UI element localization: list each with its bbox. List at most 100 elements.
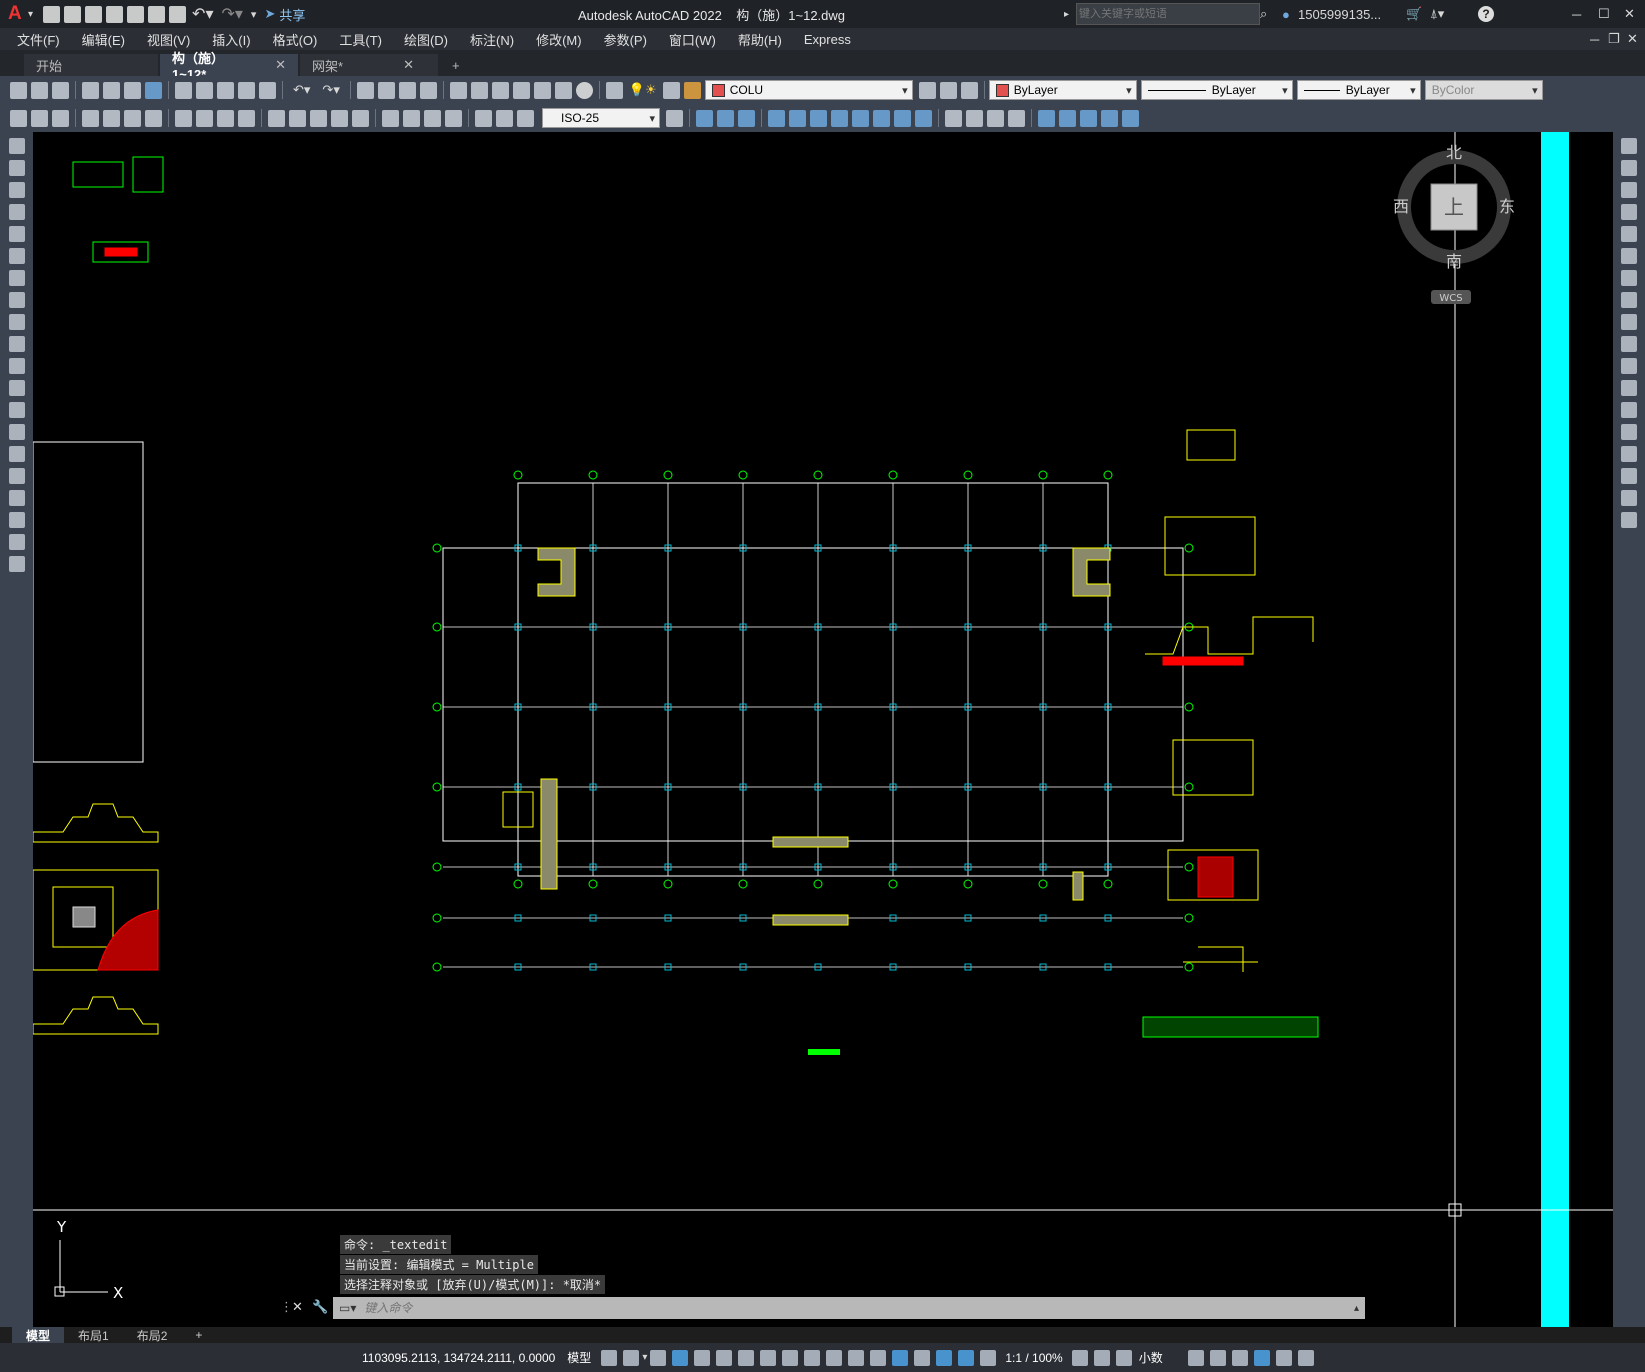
arc-icon[interactable] bbox=[8, 248, 25, 264]
quick-dim-icon[interactable] bbox=[268, 109, 285, 127]
ordinate-dim-icon[interactable] bbox=[145, 109, 162, 127]
command-input[interactable] bbox=[362, 1300, 1354, 1316]
ellipse-icon[interactable] bbox=[8, 336, 25, 352]
viewcube[interactable]: 上 北 南 东 西 WCS bbox=[1393, 143, 1515, 304]
layer-state-icons[interactable]: 💡☀ bbox=[629, 82, 657, 98]
layer-lock-icon[interactable] bbox=[683, 81, 701, 99]
menu-format[interactable]: 格式(O) bbox=[262, 30, 329, 49]
customization-icon[interactable] bbox=[1297, 1349, 1314, 1366]
linetype-dropdown[interactable]: ByLayer bbox=[1140, 80, 1293, 100]
layer-previous-icon[interactable] bbox=[939, 81, 957, 99]
intersect-icon[interactable] bbox=[738, 109, 755, 127]
clean-screen-icon[interactable] bbox=[1275, 1349, 1292, 1366]
menu-draw[interactable]: 绘图(D) bbox=[393, 30, 459, 49]
drawing-svg[interactable]: 上 北 南 东 西 WCS Y X bbox=[33, 132, 1613, 1327]
search-input[interactable] bbox=[1076, 3, 1260, 25]
annotation-scale[interactable]: 1:1 / 100% bbox=[1005, 1351, 1062, 1365]
command-close-icon[interactable]: ✕ bbox=[292, 1299, 303, 1315]
scale-icon[interactable] bbox=[1621, 292, 1637, 308]
menu-tools[interactable]: 工具(T) bbox=[328, 30, 393, 49]
polar-tracking-icon[interactable] bbox=[716, 1349, 733, 1366]
color-edges-icon[interactable] bbox=[1059, 109, 1076, 127]
tolerance-icon[interactable] bbox=[382, 109, 399, 127]
selection-filter-icon[interactable] bbox=[914, 1349, 931, 1366]
help-icon[interactable] bbox=[575, 81, 593, 99]
workspace-gear-icon[interactable] bbox=[1071, 1349, 1088, 1366]
coordinates-readout[interactable]: 1103095.2113, 134724.2111, 0.0000 bbox=[362, 1351, 555, 1365]
clean-icon[interactable] bbox=[966, 109, 983, 127]
zoom-previous-icon[interactable] bbox=[419, 81, 437, 99]
explode-icon[interactable] bbox=[1621, 512, 1637, 528]
solid-edit-icon[interactable] bbox=[1101, 109, 1118, 127]
arc-length-icon[interactable] bbox=[124, 109, 141, 127]
break-icon[interactable] bbox=[1621, 402, 1637, 418]
rotate-faces-icon[interactable] bbox=[852, 109, 869, 127]
isodraft-icon[interactable] bbox=[738, 1349, 755, 1366]
hatch-icon[interactable] bbox=[8, 446, 25, 462]
dynamic-input-icon[interactable] bbox=[672, 1349, 689, 1366]
close-tab-icon[interactable]: ✕ bbox=[275, 57, 286, 73]
modify-icon[interactable] bbox=[10, 109, 27, 127]
save-icon[interactable] bbox=[85, 5, 103, 23]
snap-menu-chevron-icon[interactable]: ▾ bbox=[642, 1352, 647, 1363]
zoom-realtime-icon[interactable] bbox=[377, 81, 395, 99]
purge-icon[interactable] bbox=[52, 109, 69, 127]
redo-icon[interactable]: ↷▾ bbox=[221, 4, 242, 24]
customize-icon[interactable]: ▾ bbox=[251, 8, 257, 21]
inspection-icon[interactable] bbox=[424, 109, 441, 127]
make-current-icon[interactable] bbox=[918, 81, 936, 99]
circle-icon[interactable] bbox=[8, 270, 25, 286]
menu-view[interactable]: 视图(V) bbox=[136, 30, 201, 49]
point-icon[interactable] bbox=[8, 424, 25, 440]
taper-faces-icon[interactable] bbox=[873, 109, 890, 127]
search-chevron-icon[interactable]: ▸ bbox=[1064, 9, 1069, 20]
save-as-icon[interactable] bbox=[106, 5, 124, 23]
maximize-icon[interactable]: ☐ bbox=[1598, 6, 1610, 22]
extrude-faces-icon[interactable] bbox=[768, 109, 785, 127]
wcs-label[interactable]: WCS bbox=[1439, 293, 1462, 304]
design-center-icon[interactable] bbox=[470, 81, 488, 99]
check-icon[interactable] bbox=[1080, 109, 1097, 127]
tab-start[interactable]: 开始 bbox=[24, 54, 158, 76]
undo-icon[interactable]: ↶▾ bbox=[293, 82, 310, 98]
extend-icon[interactable] bbox=[1621, 358, 1637, 374]
lineweight-icon[interactable] bbox=[804, 1349, 821, 1366]
cut-icon[interactable] bbox=[175, 81, 192, 99]
copy-faces-icon[interactable] bbox=[894, 109, 911, 127]
menu-edit[interactable]: 编辑(E) bbox=[71, 30, 136, 49]
auto-scale-icon[interactable] bbox=[980, 1349, 997, 1366]
join-icon[interactable] bbox=[1621, 424, 1637, 440]
close-icon[interactable]: ✕ bbox=[1624, 6, 1635, 22]
layer-properties-icon[interactable] bbox=[605, 81, 623, 99]
dynamic-ucs-icon[interactable] bbox=[892, 1349, 909, 1366]
dim-space-icon[interactable] bbox=[331, 109, 348, 127]
pan-icon[interactable] bbox=[356, 81, 374, 99]
object-snap-icon[interactable] bbox=[782, 1349, 799, 1366]
menu-insert[interactable]: 插入(I) bbox=[201, 30, 261, 49]
tab-drawing-2[interactable]: 网架* ✕ bbox=[300, 54, 438, 76]
move-icon[interactable] bbox=[1621, 248, 1637, 264]
annotation-monitor-icon[interactable] bbox=[1093, 1349, 1110, 1366]
dim-style-manager-icon[interactable] bbox=[666, 109, 683, 127]
close-tab-icon[interactable]: ✕ bbox=[403, 57, 414, 73]
jogged-dim-icon[interactable] bbox=[196, 109, 213, 127]
menu-window[interactable]: 窗口(W) bbox=[658, 30, 727, 49]
annotation-visibility-icon[interactable] bbox=[958, 1349, 975, 1366]
array-icon[interactable] bbox=[1621, 226, 1637, 242]
command-prompt-icon[interactable]: ▭▾ bbox=[339, 1301, 356, 1315]
compass-north[interactable]: 北 bbox=[1446, 143, 1462, 162]
sheet-set-icon[interactable] bbox=[512, 81, 530, 99]
viewcube-top-label[interactable]: 上 bbox=[1444, 195, 1464, 219]
offset-faces-icon[interactable] bbox=[810, 109, 827, 127]
save-icon[interactable] bbox=[52, 81, 69, 99]
tool-palettes-icon[interactable] bbox=[491, 81, 509, 99]
erase-icon[interactable] bbox=[1621, 138, 1637, 154]
polyline-icon[interactable] bbox=[8, 182, 25, 198]
publish-icon[interactable] bbox=[124, 81, 141, 99]
line-icon[interactable] bbox=[8, 138, 25, 154]
mtext-icon[interactable] bbox=[8, 534, 25, 550]
dim-update-icon[interactable] bbox=[517, 109, 534, 127]
offset-icon[interactable] bbox=[1621, 204, 1637, 220]
units-value[interactable]: 小数 bbox=[1139, 1349, 1163, 1366]
baseline-dim-icon[interactable] bbox=[289, 109, 306, 127]
